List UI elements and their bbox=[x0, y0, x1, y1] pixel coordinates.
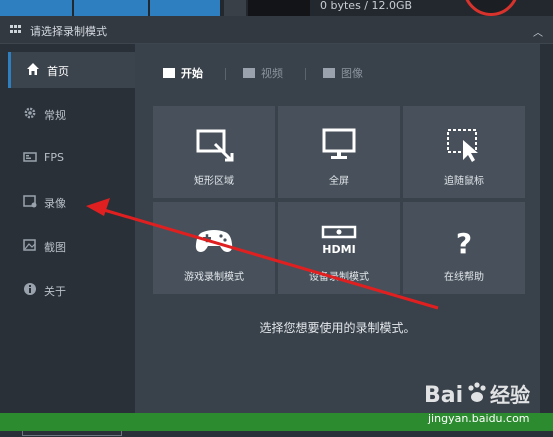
info-icon bbox=[22, 282, 38, 298]
hdmi-label: HDMI bbox=[322, 243, 355, 256]
mode-label: 全屏 bbox=[329, 176, 349, 187]
sidebar-item-label: FPS bbox=[44, 151, 64, 164]
image-icon bbox=[22, 238, 38, 254]
mode-fullscreen[interactable]: 全屏 bbox=[278, 106, 400, 198]
chevron-up-icon[interactable]: ︿ bbox=[533, 24, 543, 39]
mode-label: 游戏录制模式 bbox=[184, 272, 244, 283]
toolbar-tab-2[interactable] bbox=[74, 0, 148, 16]
sidebar-item-label: 常规 bbox=[44, 109, 66, 122]
grid-icon bbox=[10, 25, 22, 34]
tab-image[interactable]: 图像 bbox=[323, 66, 363, 82]
video-record-icon bbox=[22, 194, 38, 210]
mode-grid: 矩形区域 全屏 追随鼠标 游戏录制模式 HDMI 设备录制模式 ? 在线帮助 bbox=[153, 106, 525, 294]
video-tab-icon bbox=[243, 68, 255, 78]
tab-video[interactable]: 视频 bbox=[243, 66, 283, 82]
main-panel: 开始 视频 图像 矩形区域 全屏 追随鼠标 游戏录制模式 HDMI 设备录制模式… bbox=[135, 44, 540, 413]
tab-label: 视频 bbox=[261, 67, 283, 80]
help-glyph: ? bbox=[456, 227, 472, 258]
tab-label: 图像 bbox=[341, 67, 363, 80]
mode-game[interactable]: 游戏录制模式 bbox=[153, 202, 275, 294]
mode-label: 矩形区域 bbox=[194, 176, 234, 187]
home-icon bbox=[25, 62, 41, 78]
sidebar-item-label: 截图 bbox=[44, 241, 66, 254]
svg-text:Bai: Bai bbox=[424, 383, 463, 408]
gear-icon bbox=[22, 106, 38, 122]
sidebar: 首页 常规 FPS 录像 截图 关于 BANDICUT ↗ bbox=[0, 44, 138, 436]
fps-icon bbox=[22, 150, 38, 166]
tab-divider bbox=[225, 68, 226, 80]
help-icon: ? bbox=[403, 224, 525, 260]
top-toolbar: 0 bytes / 12.0GB bbox=[0, 0, 553, 16]
sidebar-item-label: 关于 bbox=[44, 285, 66, 298]
image-tab-icon bbox=[323, 68, 335, 78]
sidebar-item-label: 录像 bbox=[44, 197, 66, 210]
sidebar-item-fps[interactable]: FPS bbox=[8, 140, 135, 176]
tab-start[interactable]: 开始 bbox=[163, 66, 203, 82]
mode-rectangle[interactable]: 矩形区域 bbox=[153, 106, 275, 198]
toolbar-tab-1[interactable] bbox=[0, 0, 72, 16]
tab-divider bbox=[305, 68, 306, 80]
watermark-url: jingyan.baidu.com bbox=[428, 412, 530, 425]
svg-text:经验: 经验 bbox=[490, 383, 530, 407]
cursor-area-icon bbox=[403, 128, 525, 162]
sidebar-item-label: 首页 bbox=[47, 65, 69, 78]
record-button[interactable] bbox=[463, 0, 519, 16]
monitor-icon bbox=[278, 128, 400, 162]
mode-title: 请选择录制模式 bbox=[30, 25, 107, 38]
sidebar-item-about[interactable]: 关于 bbox=[8, 272, 135, 308]
mode-device[interactable]: HDMI 设备录制模式 bbox=[278, 202, 400, 294]
toolbar-tab-3[interactable] bbox=[150, 0, 220, 16]
sidebar-item-general[interactable]: 常规 bbox=[8, 96, 135, 132]
sidebar-item-video[interactable]: 录像 bbox=[8, 184, 135, 220]
baidu-watermark-logo: Bai 经验 bbox=[422, 376, 547, 410]
mode-label: 追随鼠标 bbox=[444, 176, 484, 187]
rectangle-area-icon bbox=[153, 128, 275, 162]
toolbar-button[interactable] bbox=[224, 0, 246, 16]
mode-label: 设备录制模式 bbox=[309, 272, 369, 283]
mode-hint: 选择您想要使用的录制模式。 bbox=[259, 321, 416, 335]
sidebar-item-home[interactable]: 首页 bbox=[8, 52, 138, 88]
tab-label: 开始 bbox=[181, 67, 203, 80]
storage-readout: 0 bytes / 12.0GB bbox=[320, 0, 413, 12]
hdmi-device-icon: HDMI bbox=[278, 224, 400, 258]
sidebar-item-screenshot[interactable]: 截图 bbox=[8, 228, 135, 264]
mode-online-help[interactable]: ? 在线帮助 bbox=[403, 202, 525, 294]
mode-follow-mouse[interactable]: 追随鼠标 bbox=[403, 106, 525, 198]
gamepad-icon bbox=[153, 224, 275, 258]
mode-title-bar: 请选择录制模式 ︿ bbox=[0, 16, 553, 44]
toolbar-display bbox=[248, 0, 310, 16]
start-tab-icon bbox=[163, 68, 175, 78]
mode-label: 在线帮助 bbox=[444, 272, 484, 283]
